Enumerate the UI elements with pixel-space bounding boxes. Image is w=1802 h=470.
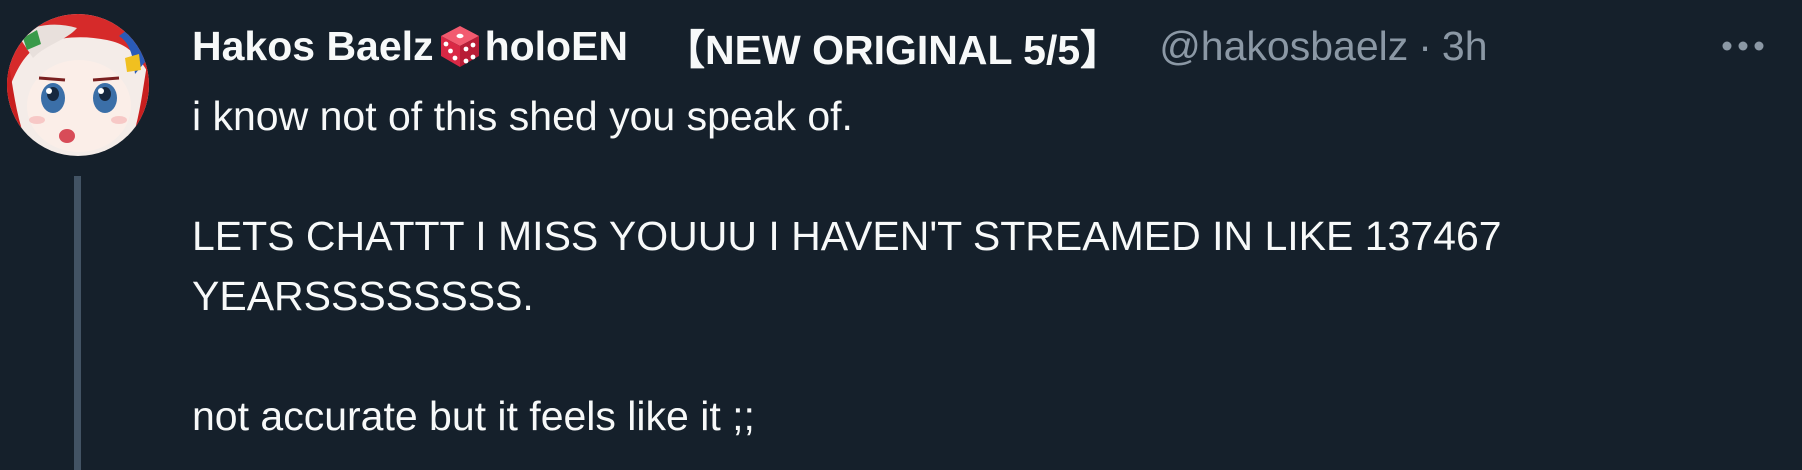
more-options-icon[interactable] — [1718, 28, 1768, 64]
avatar-image — [7, 14, 149, 156]
timestamp[interactable]: 3h — [1442, 23, 1488, 70]
display-name-first: Hakos Baelz — [192, 22, 434, 69]
tweet-text-line: i know not of this shed you speak of. — [192, 93, 853, 139]
tweet[interactable]: Hakos Baelz holoEN 【NEW ORIGINAL 5/5】 @h… — [0, 0, 1802, 470]
user-handle[interactable]: @hakosbaelz — [1159, 23, 1408, 70]
display-name[interactable]: Hakos Baelz holoEN 【NEW ORIGINAL 5/5】 — [192, 16, 1121, 76]
game-die-icon — [437, 23, 483, 69]
tweet-body: i know not of this shed you speak of. LE… — [192, 86, 1752, 446]
display-name-badge: 【NEW ORIGINAL 5/5】 — [664, 27, 1122, 73]
tweet-text-line: not accurate but it feels like it ;; — [192, 393, 755, 439]
separator-dot: · — [1418, 22, 1432, 69]
avatar[interactable] — [7, 14, 149, 156]
display-name-second: holoEN — [484, 22, 629, 69]
thread-line — [74, 176, 81, 470]
tweet-text-line: LETS CHATTT I MISS YOUUU I HAVEN'T STREA… — [192, 213, 1513, 319]
tweet-header: Hakos Baelz holoEN 【NEW ORIGINAL 5/5】 @h… — [192, 14, 1488, 78]
